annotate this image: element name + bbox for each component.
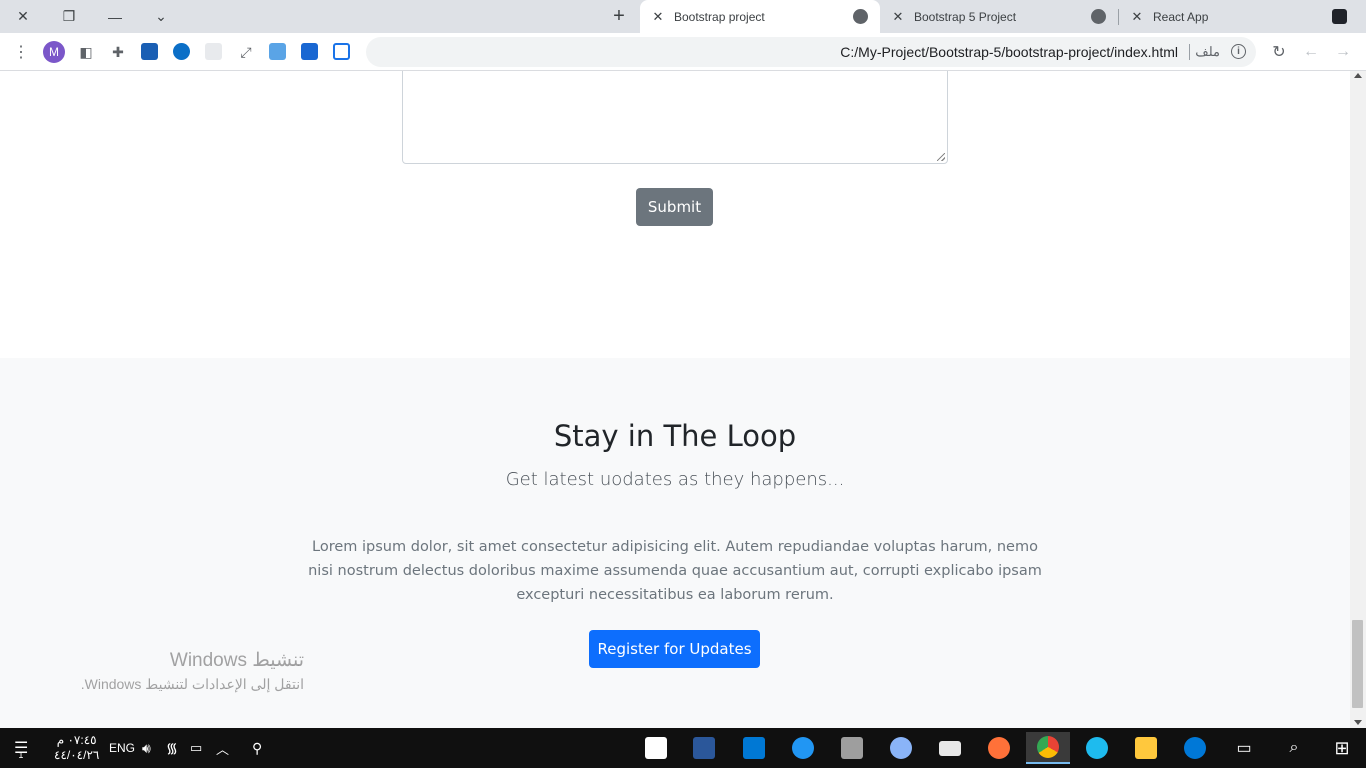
taskbar-vscode[interactable] [732, 732, 776, 764]
windows-start-icon[interactable]: ⊞ [1320, 732, 1364, 764]
close-icon[interactable]: ✕ [1129, 9, 1145, 25]
extension-tool-icon[interactable] [269, 43, 286, 60]
scroll-down-icon[interactable] [1354, 720, 1362, 725]
chromium-icon [890, 737, 912, 759]
folder-icon [1135, 737, 1157, 759]
files-icon [841, 737, 863, 759]
side-panel-icon[interactable]: ◧ [77, 43, 95, 61]
firefox-icon [988, 737, 1010, 759]
fullscreen-icon[interactable]: ⤢ [237, 43, 255, 61]
avatar[interactable]: M [43, 41, 65, 63]
section-subtitle: Get latest uodates as they happens... [505, 469, 845, 490]
extension-pc-icon[interactable] [333, 43, 350, 60]
chevron-down-icon[interactable]: ⌄ [138, 0, 184, 33]
windows-taskbar: ☰ 1 ٠٧:٤٥ م ٤٤/٠٤/٢٦ ENG 🔊︎ ᯾ ▭ ︿ ⚲ ▭ ⌕ … [0, 728, 1366, 768]
chevron-up-icon[interactable]: ︿ [216, 728, 229, 768]
back-icon[interactable]: ← [1302, 43, 1320, 61]
tab-title: React App [1153, 9, 1209, 24]
battery-icon[interactable]: ▭ [190, 728, 202, 768]
globe-icon [1091, 9, 1106, 24]
taskbar-files[interactable] [830, 732, 874, 764]
submit-button[interactable]: Submit [636, 188, 713, 226]
task-view-icon[interactable]: ▭ [1222, 732, 1266, 764]
tab-react-app[interactable]: ✕ React App [1119, 0, 1359, 33]
activation-title: تنشيط Windows [169, 650, 304, 671]
close-window-icon[interactable]: ✕ [0, 0, 46, 33]
clock-time: ٠٧:٤٥ م [56, 733, 97, 747]
taskbar-explorer[interactable] [1124, 732, 1168, 764]
minimize-window-icon[interactable]: — [92, 0, 138, 33]
taskbar-ie[interactable] [1075, 732, 1119, 764]
photos-icon [645, 737, 667, 759]
clock-date: ٤٤/٠٤/٢٦ [54, 748, 100, 762]
close-icon[interactable]: ✕ [890, 9, 906, 25]
page-viewport: Submit Stay in The Loop Get latest uodat… [0, 71, 1350, 728]
restore-window-icon[interactable]: ❐ [46, 0, 92, 33]
omnibox-divider [1189, 44, 1190, 60]
extension-sc-icon[interactable] [141, 43, 158, 60]
taskbar-sync[interactable] [781, 732, 825, 764]
tab-bootstrap-5-project[interactable]: ✕ Bootstrap 5 Project [880, 0, 1118, 33]
taskbar-firefox[interactable] [977, 732, 1021, 764]
edge-icon [1184, 737, 1206, 759]
close-icon[interactable]: ✕ [650, 9, 666, 25]
windows-activation-watermark: تنشيط Windows انتقل إلى الإعدادات لتنشيط… [81, 649, 304, 693]
scroll-up-icon[interactable] [1354, 73, 1362, 78]
extension-globe-icon[interactable] [173, 43, 190, 60]
word-icon [693, 737, 715, 759]
taskbar-word[interactable] [682, 732, 726, 764]
notification-center[interactable]: ☰ 1 [14, 728, 28, 768]
section-title: Stay in The Loop [553, 419, 797, 453]
search-icon[interactable]: ⌕ [1272, 732, 1316, 764]
wifi-icon[interactable]: ᯾ [166, 728, 178, 768]
resize-handle-icon[interactable] [937, 153, 945, 161]
extensions-icon[interactable]: ✚ [109, 43, 127, 61]
extension-grid-icon[interactable] [205, 43, 222, 60]
menu-icon[interactable]: ⋮ [12, 43, 30, 61]
file-chip: ملف [1195, 44, 1220, 59]
sync-icon [792, 737, 814, 759]
notification-count: 1 [18, 750, 24, 760]
message-textarea[interactable] [402, 71, 948, 164]
people-icon[interactable]: ⚲ [252, 728, 262, 768]
tab-strip: ✕ ❐ — ⌄ + ✕ Bootstrap project ✕ Bootstra… [0, 0, 1366, 33]
reload-icon[interactable]: ↻ [1270, 43, 1288, 61]
taskbar-mail[interactable] [928, 732, 972, 764]
volume-icon[interactable]: 🔊︎ [142, 728, 151, 768]
register-button[interactable]: Register for Updates [589, 630, 760, 668]
section-body: Lorem ipsum dolor, sit amet consectetur … [308, 539, 1042, 603]
address-bar[interactable]: C:/My-Project/Bootstrap-5/bootstrap-proj… [366, 37, 1256, 67]
tab-bootstrap-project[interactable]: ✕ Bootstrap project [640, 0, 880, 33]
tab-title: Bootstrap 5 Project [914, 9, 1017, 24]
mail-icon [939, 740, 961, 756]
system-clock[interactable]: ٠٧:٤٥ م ٤٤/٠٤/٢٦ [54, 728, 99, 768]
react-icon [1332, 9, 1347, 24]
chrome-icon [1037, 736, 1059, 758]
activation-subtitle: انتقل إلى الإعدادات لتنشيط Windows. [80, 676, 304, 692]
taskbar-photos[interactable] [634, 732, 678, 764]
internet-explorer-icon [1086, 737, 1108, 759]
url-text[interactable]: C:/My-Project/Bootstrap-5/bootstrap-proj… [840, 44, 1178, 60]
extension-search-icon[interactable] [301, 43, 318, 60]
forward-icon[interactable]: → [1334, 43, 1352, 61]
language-indicator[interactable]: ENG [109, 728, 135, 768]
vertical-scrollbar[interactable] [1350, 71, 1366, 728]
taskbar-chrome[interactable] [1026, 732, 1070, 764]
info-icon[interactable]: i [1231, 44, 1246, 59]
scroll-thumb[interactable] [1352, 620, 1363, 708]
vscode-icon [743, 737, 765, 759]
taskbar-chromium[interactable] [879, 732, 923, 764]
taskbar-edge[interactable] [1173, 732, 1217, 764]
tab-title: Bootstrap project [674, 9, 765, 24]
new-tab-icon[interactable]: + [596, 0, 642, 33]
globe-icon [853, 9, 868, 24]
browser-toolbar: ⋮ M ◧ ✚ ⤢ ☆ ⇆ ▣ C:/My-Project/Bootstrap-… [0, 33, 1366, 71]
